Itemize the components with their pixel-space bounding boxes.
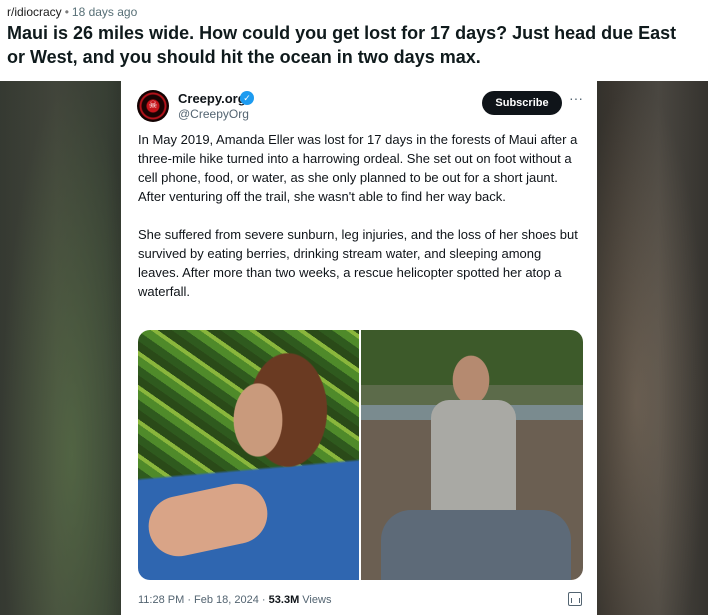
post-meta: r/idiocracy • 18 days ago bbox=[7, 5, 137, 19]
verified-badge-icon: ✓ bbox=[240, 91, 254, 105]
skull-icon: ☠ bbox=[148, 100, 158, 111]
tweet-paragraph: In May 2019, Amanda Eller was lost for 1… bbox=[138, 132, 578, 204]
more-options-icon[interactable]: ··· bbox=[568, 91, 584, 111]
photo-before[interactable] bbox=[138, 330, 359, 580]
tweet-body: In May 2019, Amanda Eller was lost for 1… bbox=[138, 130, 585, 320]
avatar[interactable]: ☠ bbox=[137, 90, 169, 122]
tweet-card: ☠ Creepy.org ✓ @CreepyOrg Subscribe ··· … bbox=[121, 81, 597, 615]
views-count: 53.3M bbox=[268, 594, 300, 606]
photo-after[interactable] bbox=[361, 330, 583, 580]
photo-detail bbox=[143, 478, 273, 562]
stats-icon[interactable] bbox=[568, 592, 582, 606]
post-title[interactable]: Maui is 26 miles wide. How could you get… bbox=[7, 21, 697, 69]
post-age: 18 days ago bbox=[71, 5, 138, 19]
views-label: Views bbox=[302, 594, 332, 606]
photo-detail bbox=[381, 510, 571, 580]
tweet-paragraph: She suffered from severe sunburn, leg in… bbox=[138, 227, 578, 299]
tweet-timestamp[interactable]: 11:28 PM · Feb 18, 2024 · bbox=[138, 594, 266, 606]
photo-detail bbox=[431, 400, 516, 520]
tweet-footer: 11:28 PM · Feb 18, 2024 · 53.3M Views bbox=[138, 594, 331, 606]
separator-dot: • bbox=[64, 5, 69, 19]
display-name[interactable]: Creepy.org bbox=[178, 91, 246, 106]
user-handle[interactable]: @CreepyOrg bbox=[178, 107, 249, 121]
subscribe-button[interactable]: Subscribe bbox=[482, 91, 562, 115]
subreddit-link[interactable]: r/idiocracy bbox=[7, 5, 62, 19]
